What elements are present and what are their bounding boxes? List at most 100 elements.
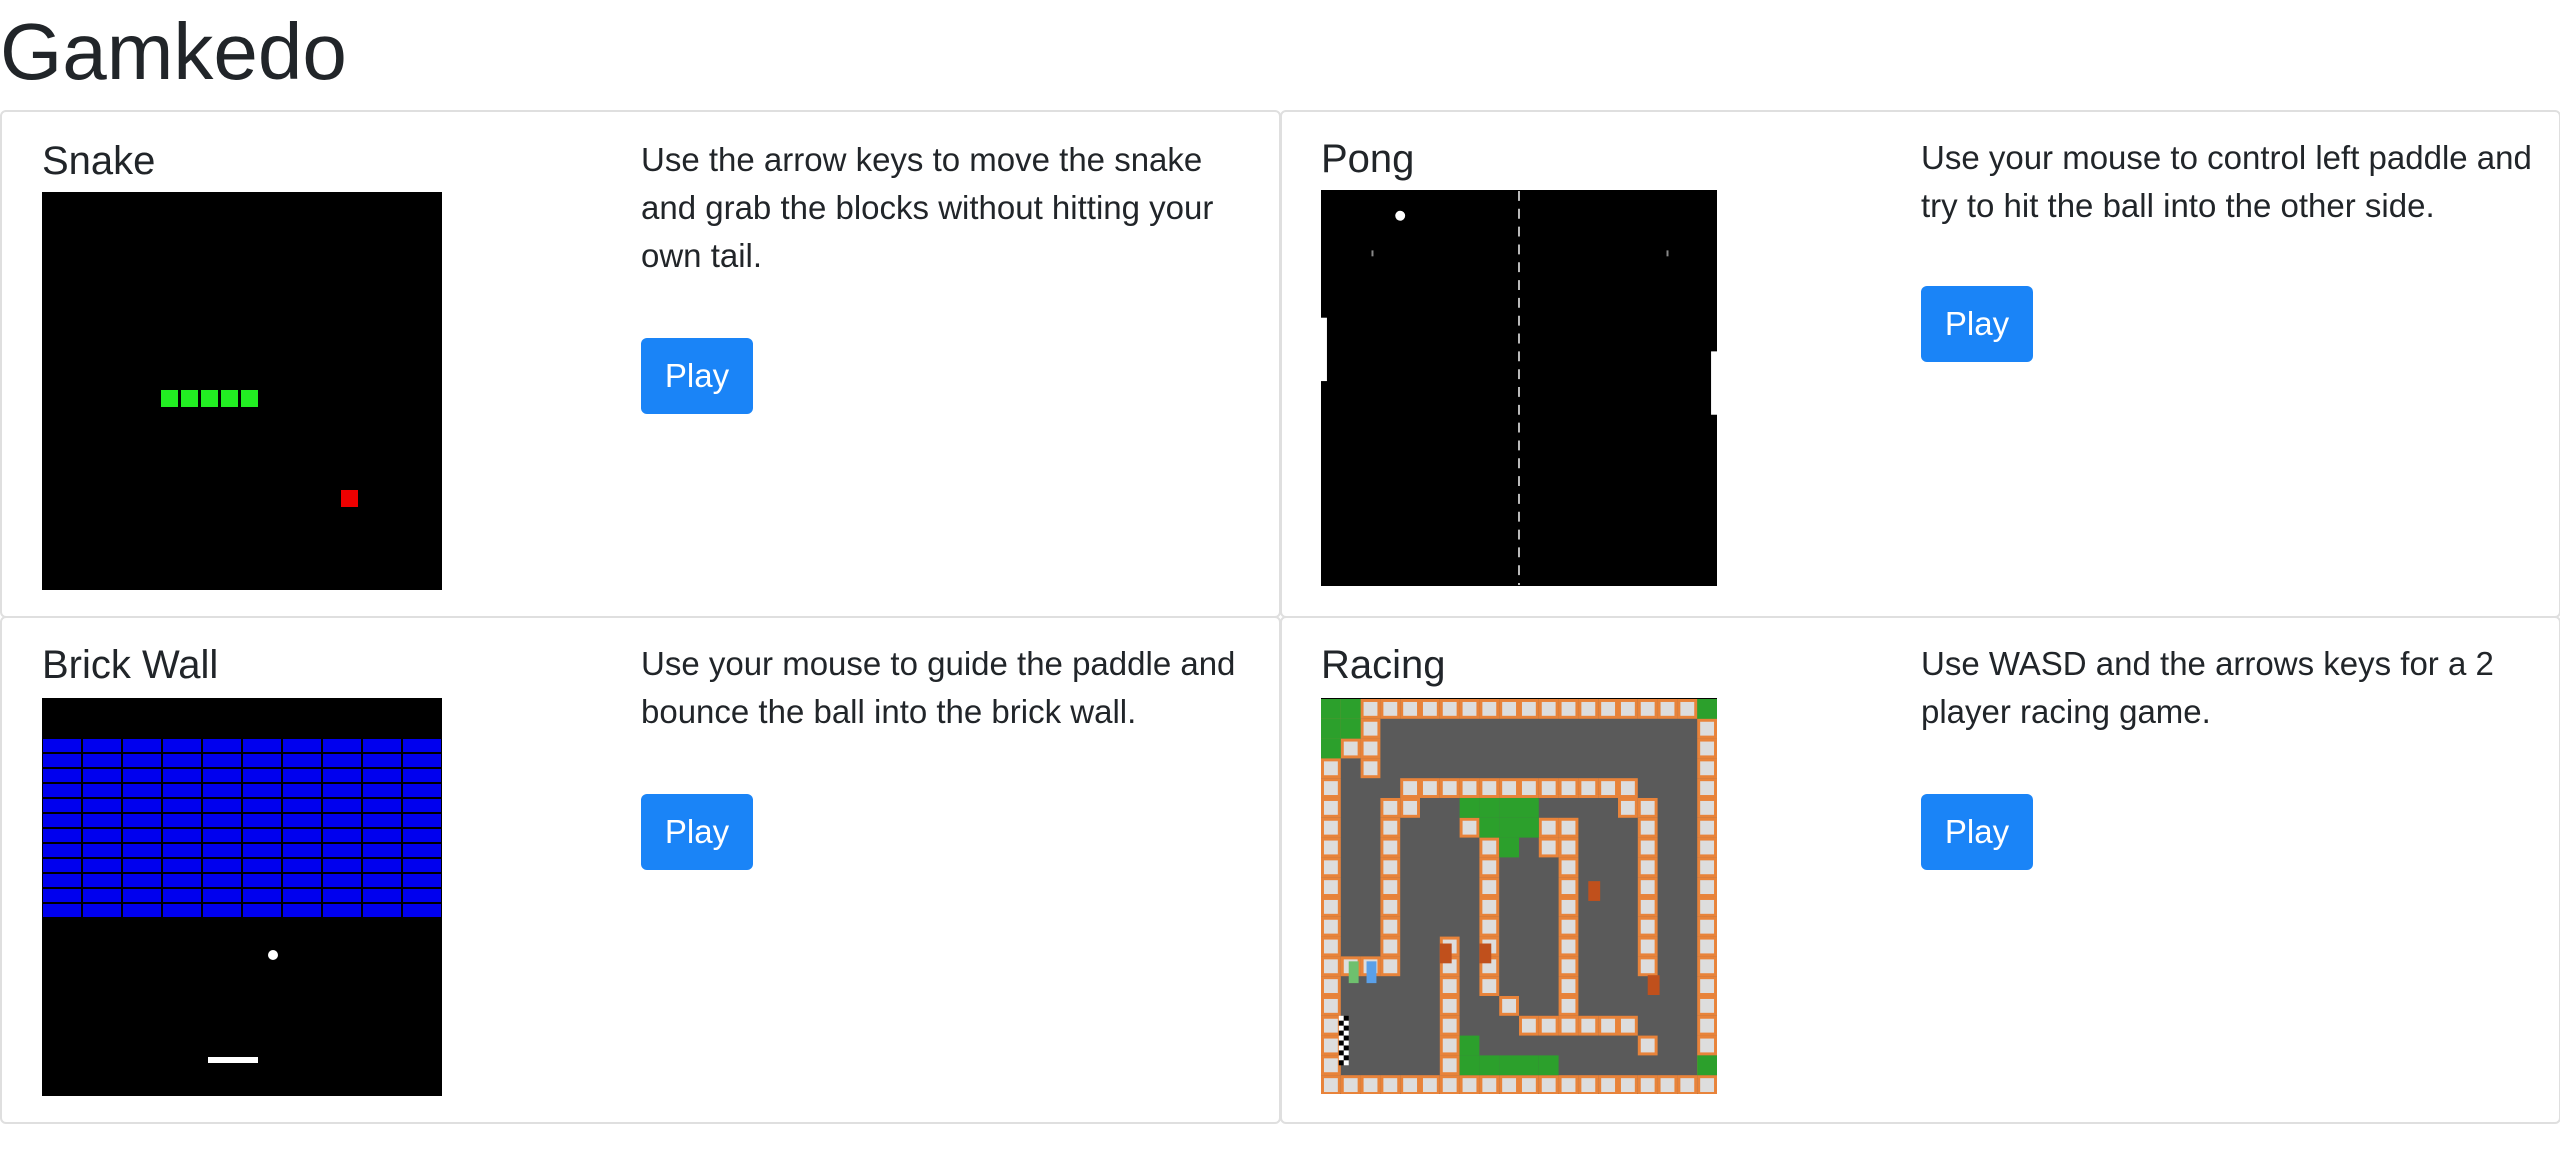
track-wall-inner xyxy=(1323,781,1338,796)
track-wall-inner xyxy=(1581,1078,1596,1093)
track-wall-inner xyxy=(1640,840,1655,855)
brick-ball xyxy=(268,950,278,960)
brick xyxy=(243,754,281,767)
brick xyxy=(163,859,201,872)
brick xyxy=(323,874,361,887)
brick xyxy=(83,889,121,902)
track-wall-inner xyxy=(1403,781,1418,796)
track-wall-inner xyxy=(1323,1058,1338,1073)
track-wall-inner xyxy=(1561,919,1576,934)
grass xyxy=(1499,837,1519,858)
track-wall-inner xyxy=(1700,820,1715,835)
track-wall-inner xyxy=(1581,781,1596,796)
brick xyxy=(203,784,241,797)
track-wall-inner xyxy=(1640,701,1655,716)
brick xyxy=(403,754,441,767)
brick xyxy=(163,799,201,812)
brick xyxy=(323,859,361,872)
track-wall-inner xyxy=(1561,899,1576,914)
track-wall-inner xyxy=(1442,1078,1457,1093)
right-paddle xyxy=(1711,351,1717,415)
brick xyxy=(243,784,281,797)
finish-line xyxy=(1338,1020,1344,1026)
track-wall-inner xyxy=(1422,1078,1437,1093)
track-sign xyxy=(1479,943,1492,964)
grass xyxy=(1479,797,1500,818)
track-wall-inner xyxy=(1442,701,1457,716)
finish-line xyxy=(1338,1035,1344,1041)
brick xyxy=(243,844,281,857)
track-wall-inner xyxy=(1601,1078,1616,1093)
track-wall-inner xyxy=(1521,781,1536,796)
brick xyxy=(43,829,81,842)
track-wall-inner xyxy=(1700,800,1715,815)
brick xyxy=(163,814,201,827)
track-wall-inner xyxy=(1462,701,1477,716)
track-wall-inner xyxy=(1700,741,1715,756)
brick xyxy=(323,769,361,782)
brick xyxy=(203,829,241,842)
brick xyxy=(163,784,201,797)
track-wall-inner xyxy=(1383,959,1398,974)
track-wall-inner xyxy=(1502,1078,1517,1093)
track-wall-inner xyxy=(1541,1018,1556,1033)
track-wall-inner xyxy=(1502,998,1517,1013)
finish-line xyxy=(1343,1040,1349,1046)
track-wall-inner xyxy=(1383,880,1398,895)
brick xyxy=(43,859,81,872)
track-wall-inner xyxy=(1383,701,1398,716)
brick xyxy=(403,844,441,857)
track-wall-inner xyxy=(1323,979,1338,994)
grass xyxy=(1340,698,1361,719)
brick xyxy=(163,889,201,902)
brick xyxy=(43,769,81,782)
game-description: Use your mouse to control left paddle an… xyxy=(1921,139,2532,224)
brick xyxy=(403,739,441,752)
track-wall-inner xyxy=(1620,701,1635,716)
track-wall-inner xyxy=(1482,880,1497,895)
finish-line xyxy=(1338,1060,1344,1066)
play-button[interactable]: Play xyxy=(1921,286,2033,362)
track-wall-inner xyxy=(1323,939,1338,954)
brick xyxy=(163,829,201,842)
grass xyxy=(1538,1055,1559,1076)
track-wall-inner xyxy=(1601,781,1616,796)
track-wall-inner xyxy=(1561,820,1576,835)
brick xyxy=(283,739,321,752)
track-wall-inner xyxy=(1521,701,1536,716)
brick xyxy=(203,739,241,752)
left-paddle xyxy=(1321,317,1327,382)
brick xyxy=(123,754,161,767)
track-wall-inner xyxy=(1581,701,1596,716)
play-button[interactable]: Play xyxy=(641,338,753,414)
race-car-blue xyxy=(1366,961,1377,984)
track-wall-inner xyxy=(1502,781,1517,796)
brick xyxy=(43,799,81,812)
track-wall-inner xyxy=(1660,701,1675,716)
game-title: Pong xyxy=(1321,137,1415,181)
brick xyxy=(83,769,121,782)
track-wall-inner xyxy=(1561,880,1576,895)
brick xyxy=(43,889,81,902)
track-sign xyxy=(1588,881,1601,901)
track-wall-inner xyxy=(1482,899,1497,914)
track-wall-inner xyxy=(1323,1078,1338,1093)
track-wall-inner xyxy=(1640,939,1655,954)
brick xyxy=(83,739,121,752)
track-wall-inner xyxy=(1462,1078,1477,1093)
brick xyxy=(43,814,81,827)
brick-wall-screenshot xyxy=(42,698,442,1096)
play-button[interactable]: Play xyxy=(641,794,753,870)
track-wall-inner xyxy=(1541,701,1556,716)
track-wall-inner xyxy=(1422,781,1437,796)
track-wall-inner xyxy=(1640,1038,1655,1053)
track-wall-inner xyxy=(1700,840,1715,855)
brick xyxy=(283,844,321,857)
finish-line xyxy=(1343,1050,1349,1056)
brick xyxy=(283,829,321,842)
brick xyxy=(403,769,441,782)
play-button[interactable]: Play xyxy=(1921,794,2033,870)
grass xyxy=(1459,797,1480,818)
track-wall-inner xyxy=(1541,1078,1556,1093)
page-title: Gamkedo xyxy=(0,7,347,96)
